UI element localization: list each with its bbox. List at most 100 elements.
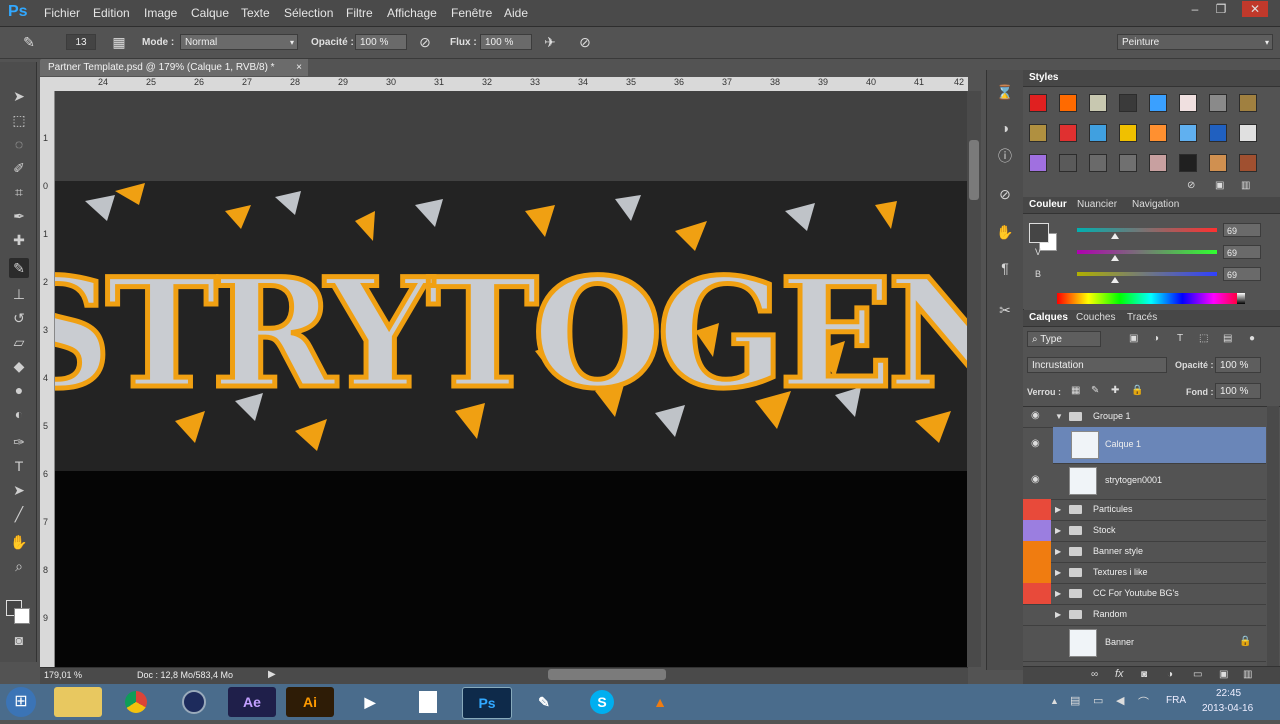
layer-row[interactable]: ◉ Calque 1 [1031, 427, 1266, 464]
media-player-taskbar-icon[interactable]: ▶ [346, 687, 394, 717]
tool-presets-icon[interactable]: ✂ [995, 300, 1015, 320]
lock-transparency-icon[interactable]: ▦ [1071, 385, 1080, 396]
illustrator-taskbar-icon[interactable]: Ai [286, 687, 334, 717]
menu-selection[interactable]: Sélection [284, 6, 333, 20]
color-spectrum[interactable] [1057, 293, 1245, 304]
style-swatch[interactable] [1059, 124, 1077, 142]
foreground-swatch[interactable] [1029, 223, 1049, 243]
zoom-level[interactable]: 179,01 % [44, 670, 82, 680]
layer-row[interactable]: ▶ Textures i like [1023, 562, 1266, 584]
style-swatch[interactable] [1089, 94, 1107, 112]
link-layers-icon[interactable]: ∞ [1091, 669, 1098, 680]
menu-fichier[interactable]: Fichier [44, 6, 80, 20]
filter-adjust-icon[interactable]: ◑ [1153, 333, 1159, 344]
layer-thumbnail[interactable] [1069, 467, 1097, 495]
channel-value-v[interactable]: 69 [1223, 245, 1261, 259]
style-swatch[interactable] [1119, 94, 1137, 112]
type-tool-icon[interactable]: T [9, 456, 29, 476]
layer-row[interactable]: ▶ CC For Youtube BG's [1023, 583, 1266, 605]
chrome-taskbar-icon[interactable] [112, 687, 160, 717]
eraser-tool-icon[interactable]: ▱ [9, 332, 29, 352]
background-color-swatch[interactable] [14, 608, 30, 624]
filter-shape-icon[interactable]: ⬚ [1199, 333, 1208, 344]
menu-fenetre[interactable]: Fenêtre [451, 6, 492, 20]
layer-opacity-field[interactable]: 100 % [1215, 357, 1261, 373]
style-swatch[interactable] [1149, 154, 1167, 172]
bucket-tool-icon[interactable]: ◆ [9, 356, 29, 376]
brush-size-picker[interactable]: 13 [66, 34, 96, 50]
style-swatch[interactable] [1179, 94, 1197, 112]
crop-tool-icon[interactable]: ⌗ [9, 182, 29, 202]
workspace-select[interactable]: Peinture ▾ [1117, 34, 1273, 50]
vlc-taskbar-icon[interactable]: ▲ [636, 687, 684, 717]
layer-row[interactable]: ▶ Banner style [1023, 541, 1266, 563]
style-swatch[interactable] [1149, 94, 1167, 112]
slider-thumb[interactable] [1110, 255, 1119, 261]
style-swatch[interactable] [1059, 94, 1077, 112]
chevron-down-icon[interactable]: ▼ [1055, 412, 1063, 421]
style-swatch[interactable] [1209, 94, 1227, 112]
menu-affichage[interactable]: Affichage [387, 6, 437, 20]
style-swatch[interactable] [1179, 154, 1197, 172]
chevron-right-icon[interactable]: ▶ [1055, 568, 1061, 577]
lock-pixels-icon[interactable]: ✎ [1091, 385, 1099, 396]
quick-select-tool-icon[interactable]: ✐ [9, 158, 29, 178]
style-swatch[interactable] [1239, 124, 1257, 142]
tray-arrow-icon[interactable]: ▲ [1050, 696, 1059, 706]
style-swatch[interactable] [1119, 124, 1137, 142]
chevron-right-icon[interactable]: ▶ [1055, 610, 1061, 619]
photoshop-taskbar-icon[interactable]: Ps [462, 687, 512, 719]
add-mask-icon[interactable]: ◙ [1141, 669, 1147, 680]
layer-thumbnail[interactable] [1069, 629, 1097, 657]
style-swatch[interactable] [1239, 94, 1257, 112]
explorer-taskbar-icon[interactable] [54, 687, 102, 717]
style-swatch[interactable] [1209, 124, 1227, 142]
healing-tool-icon[interactable]: ✚ [9, 230, 29, 250]
visibility-eye-icon[interactable]: ◉ [1031, 410, 1040, 421]
menu-image[interactable]: Image [144, 6, 177, 20]
chevron-right-icon[interactable]: ▶ [1055, 547, 1061, 556]
mode-select[interactable]: Normal ▾ [180, 34, 298, 50]
layer-filter-select[interactable]: ⌕ Type [1027, 331, 1101, 347]
slider-thumb[interactable] [1110, 277, 1119, 283]
channel-slider-v[interactable] [1077, 250, 1217, 254]
tab-couches[interactable]: Couches [1076, 312, 1115, 323]
tray-volume-icon[interactable]: ◀ [1116, 694, 1124, 707]
tool-taskbar-icon[interactable]: ✎ [520, 687, 568, 717]
brush-presets-icon[interactable]: ✋ [995, 222, 1015, 242]
chevron-right-icon[interactable]: ▶ [1055, 505, 1061, 514]
style-swatch[interactable] [1029, 94, 1047, 112]
paragraph-icon[interactable]: ¶ [995, 258, 1015, 278]
channel-slider-r[interactable] [1077, 228, 1217, 232]
blend-mode-select[interactable]: Incrustation [1027, 357, 1167, 373]
history-icon[interactable]: ⌛ [995, 82, 1015, 102]
channel-value-r[interactable]: 69 [1223, 223, 1261, 237]
dodge-tool-icon[interactable]: ◐ [9, 404, 29, 424]
compass-icon[interactable]: ⊘ [995, 184, 1015, 204]
tab-calques[interactable]: Calques [1029, 312, 1068, 323]
menu-filtre[interactable]: Filtre [346, 6, 373, 20]
brush-tool-icon[interactable]: ✎ [20, 33, 38, 51]
lasso-tool-icon[interactable]: ◌ [9, 134, 29, 154]
menu-texte[interactable]: Texte [241, 6, 270, 20]
layer-row[interactable]: ◉ strytogen0001 [1023, 463, 1266, 500]
path-select-tool-icon[interactable]: ➤ [9, 480, 29, 500]
pressure-opacity-icon[interactable]: ⊘ [416, 33, 434, 51]
maximize-button[interactable]: ❐ [1208, 1, 1234, 17]
filter-type-icon[interactable]: T [1177, 333, 1183, 344]
style-swatch[interactable] [1179, 124, 1197, 142]
style-swatch[interactable] [1119, 154, 1137, 172]
move-tool-icon[interactable]: ➤ [9, 86, 29, 106]
layer-row[interactable]: ▶ Random [1023, 604, 1266, 626]
grayscale-ramp[interactable] [1237, 293, 1245, 304]
layer-row[interactable]: ▶ Particules [1023, 499, 1266, 521]
style-swatch[interactable] [1059, 154, 1077, 172]
channel-slider-b[interactable] [1077, 272, 1217, 276]
pressure-size-icon[interactable]: ⊘ [576, 33, 594, 51]
notepad-taskbar-icon[interactable] [404, 687, 452, 717]
style-swatch[interactable] [1029, 154, 1047, 172]
cinema4d-taskbar-icon[interactable] [170, 687, 218, 717]
layer-row[interactable]: ◉ ▼ Groupe 1 [1023, 406, 1266, 428]
canvas-dark-area[interactable] [55, 471, 967, 667]
clear-style-icon[interactable]: ⊘ [1187, 180, 1195, 191]
